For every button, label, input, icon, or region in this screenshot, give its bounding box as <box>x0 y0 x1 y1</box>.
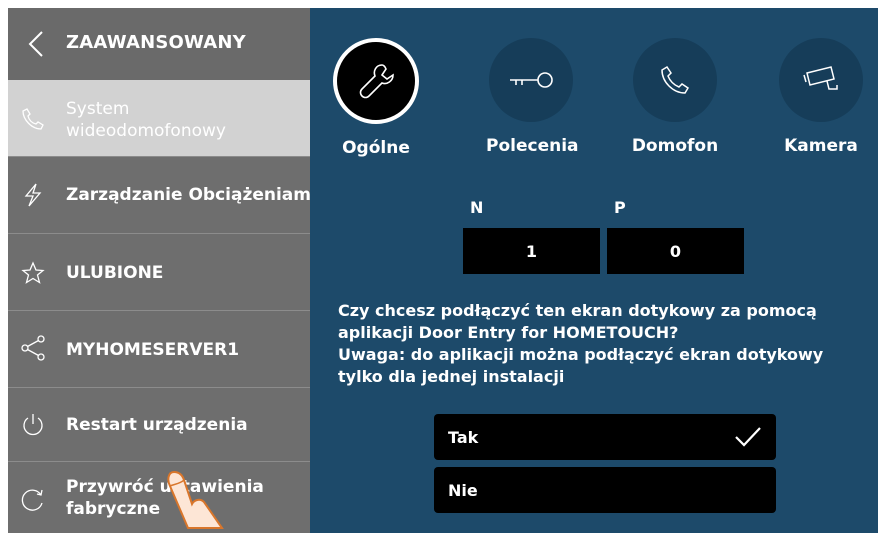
checkmark-icon <box>735 427 761 447</box>
question-line-1: Czy chcesz podłączyć ten ekran dotykowy … <box>338 301 817 320</box>
sidebar-item-label: Restart urządzenia <box>66 415 248 435</box>
option-label: Nie <box>448 481 478 500</box>
sidebar-title: ZAAWANSOWANY <box>66 32 246 53</box>
key-icon <box>510 72 553 88</box>
reset-icon <box>21 489 43 511</box>
tab-intercom[interactable]: Domofon <box>630 38 720 156</box>
sidebar-header: ZAAWANSOWANY <box>8 8 310 80</box>
tab-label: Domofon <box>631 136 719 156</box>
p-value-field[interactable]: 0 <box>607 228 744 274</box>
camera-icon <box>803 66 838 90</box>
option-no[interactable]: Nie <box>434 467 776 513</box>
sidebar-item-label: MYHOMESERVER1 <box>66 340 240 360</box>
sidebar: ZAAWANSOWANY System wideodomofonowy Zarz… <box>8 8 317 533</box>
connection-question: Czy chcesz podłączyć ten ekran dotykowy … <box>338 300 868 388</box>
star-icon <box>21 261 45 284</box>
sidebar-item-favorites[interactable]: ULUBIONE <box>8 233 310 310</box>
label-line-2: wideodomofonowy <box>66 121 226 141</box>
option-yes[interactable]: Tak <box>434 414 776 460</box>
tab-icon-circle <box>333 38 419 124</box>
question-line-2: aplikacji Door Entry for HOMETOUCH? <box>338 323 679 342</box>
wrench-icon <box>359 64 394 99</box>
power-icon <box>23 414 43 436</box>
sidebar-item-label: System wideodomofonowy <box>66 98 226 142</box>
tab-label: Polecenia <box>486 136 579 156</box>
lightning-icon <box>24 183 42 207</box>
tab-camera[interactable]: Kamera <box>776 38 866 156</box>
back-arrow-icon[interactable] <box>24 30 48 58</box>
pointing-finger-icon <box>167 470 224 529</box>
phone-icon <box>22 108 44 130</box>
p-label: P <box>614 198 626 217</box>
tab-general[interactable]: Ogólne <box>331 38 421 158</box>
tab-commands[interactable]: Polecenia <box>486 38 579 156</box>
sidebar-item-label: Zarządzanie Obciążeniami <box>66 185 317 205</box>
share-icon <box>21 335 45 361</box>
sidebar-item-video-intercom[interactable]: System wideodomofonowy <box>8 80 310 156</box>
question-line-3: Uwaga: do aplikacji można podłączyć ekra… <box>338 345 824 364</box>
device-screen: ZAAWANSOWANY System wideodomofonowy Zarz… <box>8 8 878 533</box>
tab-icon-circle <box>489 38 573 122</box>
question-line-4: tylko dla jednej instalacji <box>338 367 565 386</box>
label-line-1: System <box>66 99 130 119</box>
sidebar-item-myhomeserver[interactable]: MYHOMESERVER1 <box>8 310 310 387</box>
n-label: N <box>470 198 484 217</box>
n-value-field[interactable]: 1 <box>463 228 600 274</box>
option-label: Tak <box>448 428 479 447</box>
tab-label: Kamera <box>784 136 858 156</box>
handset-icon <box>661 65 690 94</box>
tab-label: Ogólne <box>342 138 410 158</box>
sidebar-item-restart[interactable]: Restart urządzenia <box>8 387 310 462</box>
tab-icon-circle <box>633 38 717 122</box>
sidebar-item-load-management[interactable]: Zarządzanie Obciążeniami <box>8 156 317 233</box>
sidebar-item-label: ULUBIONE <box>66 263 164 283</box>
tab-icon-circle <box>779 38 863 122</box>
sidebar-item-factory-reset[interactable]: Przywróć ustawienia fabryczne <box>8 461 310 533</box>
main-panel: Ogólne Polecenia Domofon Kamera N P 1 0 … <box>310 8 878 533</box>
